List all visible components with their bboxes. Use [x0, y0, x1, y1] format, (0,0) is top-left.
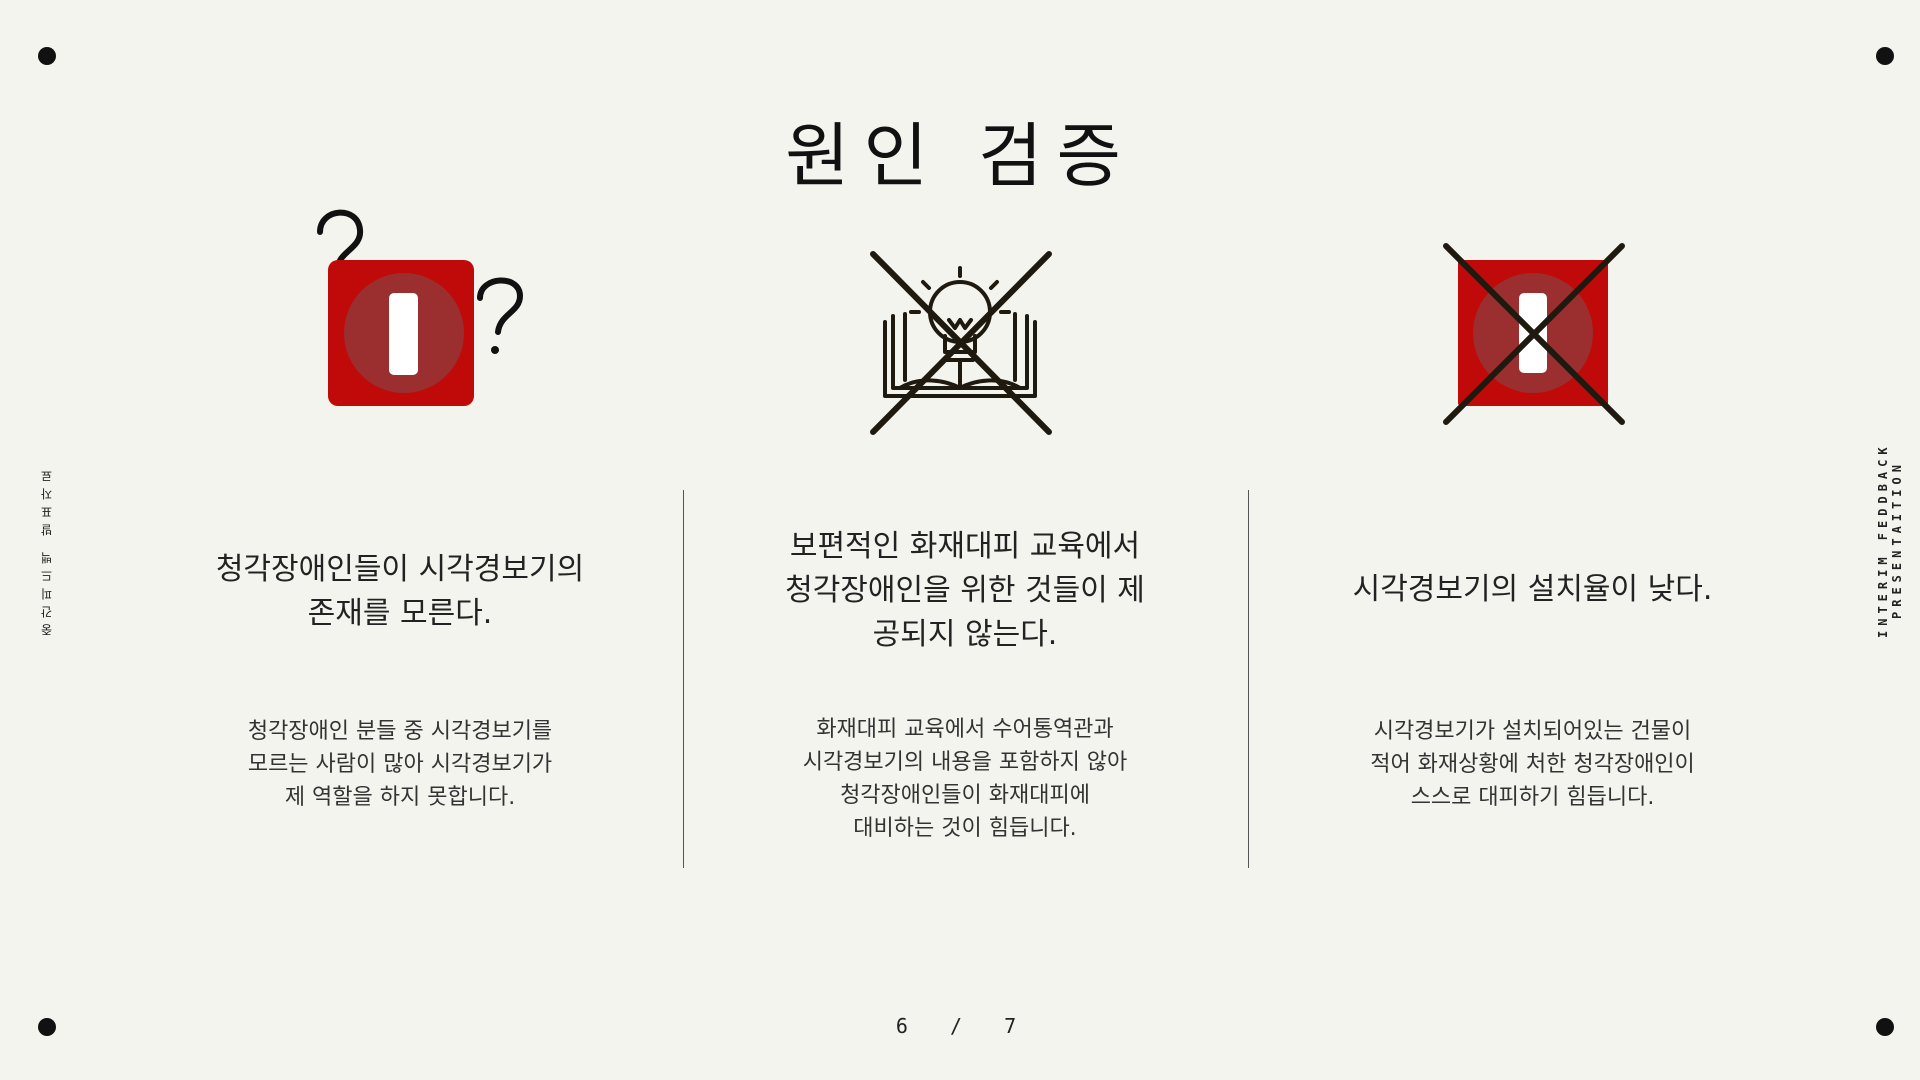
- column-1-body: 청각장애인 분들 중 시각경보기를 모르는 사람이 많아 시각경보기가 제 역할…: [150, 715, 650, 814]
- page-current: 6: [895, 1014, 916, 1038]
- slide-title: 원인 검증: [785, 115, 1135, 197]
- side-label-left: 중간피드백 발표자료: [40, 464, 54, 636]
- column-3-heading: 시각경보기의 설치율이 낮다.: [1280, 568, 1785, 612]
- column-2-body-line-3: 청각장애인들이 화재대피에: [840, 783, 1090, 808]
- corner-dot-top-left: [38, 47, 56, 65]
- column-1-heading: 청각장애인들이 시각경보기의 존재를 모른다.: [150, 548, 650, 636]
- page-separator: /: [949, 1014, 971, 1038]
- column-2-body-line-2: 시각경보기의 내용을 포함하지 않아: [802, 750, 1128, 775]
- column-divider-2: [1248, 490, 1249, 868]
- column-2-heading-line-2: 청각장애인을 위한 것들이 제: [785, 573, 1145, 608]
- column-2-body: 화재대피 교육에서 수어통역관과 시각경보기의 내용을 포함하지 않아 청각장애…: [715, 713, 1215, 845]
- column-1-heading-line-1: 청각장애인들이 시각경보기의: [215, 552, 585, 587]
- column-divider-1: [683, 490, 684, 868]
- column-3-heading-line-1: 시각경보기의 설치율이 낮다.: [1352, 572, 1713, 607]
- warning-box-with-question-marks-icon: [310, 200, 540, 420]
- column-2-body-line-1: 화재대피 교육에서 수어통역관과: [816, 717, 1114, 742]
- column-2-heading: 보편적인 화재대피 교육에서 청각장애인을 위한 것들이 제 공되지 않는다.: [715, 525, 1215, 657]
- corner-dot-top-right: [1876, 47, 1894, 65]
- crossed-out-lightbulb-book-icon: [865, 248, 1055, 438]
- column-2-body-line-4: 대비하는 것이 힘듭니다.: [853, 816, 1077, 841]
- column-1-body-line-1: 청각장애인 분들 중 시각경보기를: [247, 719, 553, 744]
- column-2-heading-line-3: 공되지 않는다.: [872, 617, 1058, 652]
- column-3-body-line-1: 시각경보기가 설치되어있는 건물이: [1373, 719, 1692, 744]
- column-3-body-line-2: 적어 화재상황에 처한 청각장애인이: [1370, 752, 1695, 777]
- column-2-heading-line-1: 보편적인 화재대피 교육에서: [789, 529, 1141, 564]
- page-total: 7: [1004, 1014, 1025, 1038]
- column-3-body: 시각경보기가 설치되어있는 건물이 적어 화재상황에 처한 청각장애인이 스스로…: [1280, 715, 1785, 814]
- crossed-out-warning-box-icon: [1438, 240, 1628, 430]
- column-1-body-line-2: 모르는 사람이 많아 시각경보기가: [247, 752, 553, 777]
- column-1-body-line-3: 제 역할을 하지 못합니다.: [284, 785, 516, 810]
- column-1-heading-line-2: 존재를 모른다.: [307, 596, 493, 631]
- side-label-right: INTERIM FEDDBACK PRESENTAITION: [1876, 442, 1904, 638]
- column-3-body-line-3: 스스로 대피하기 힘듭니다.: [1410, 785, 1655, 810]
- page-number: 6 / 7: [0, 1014, 1920, 1038]
